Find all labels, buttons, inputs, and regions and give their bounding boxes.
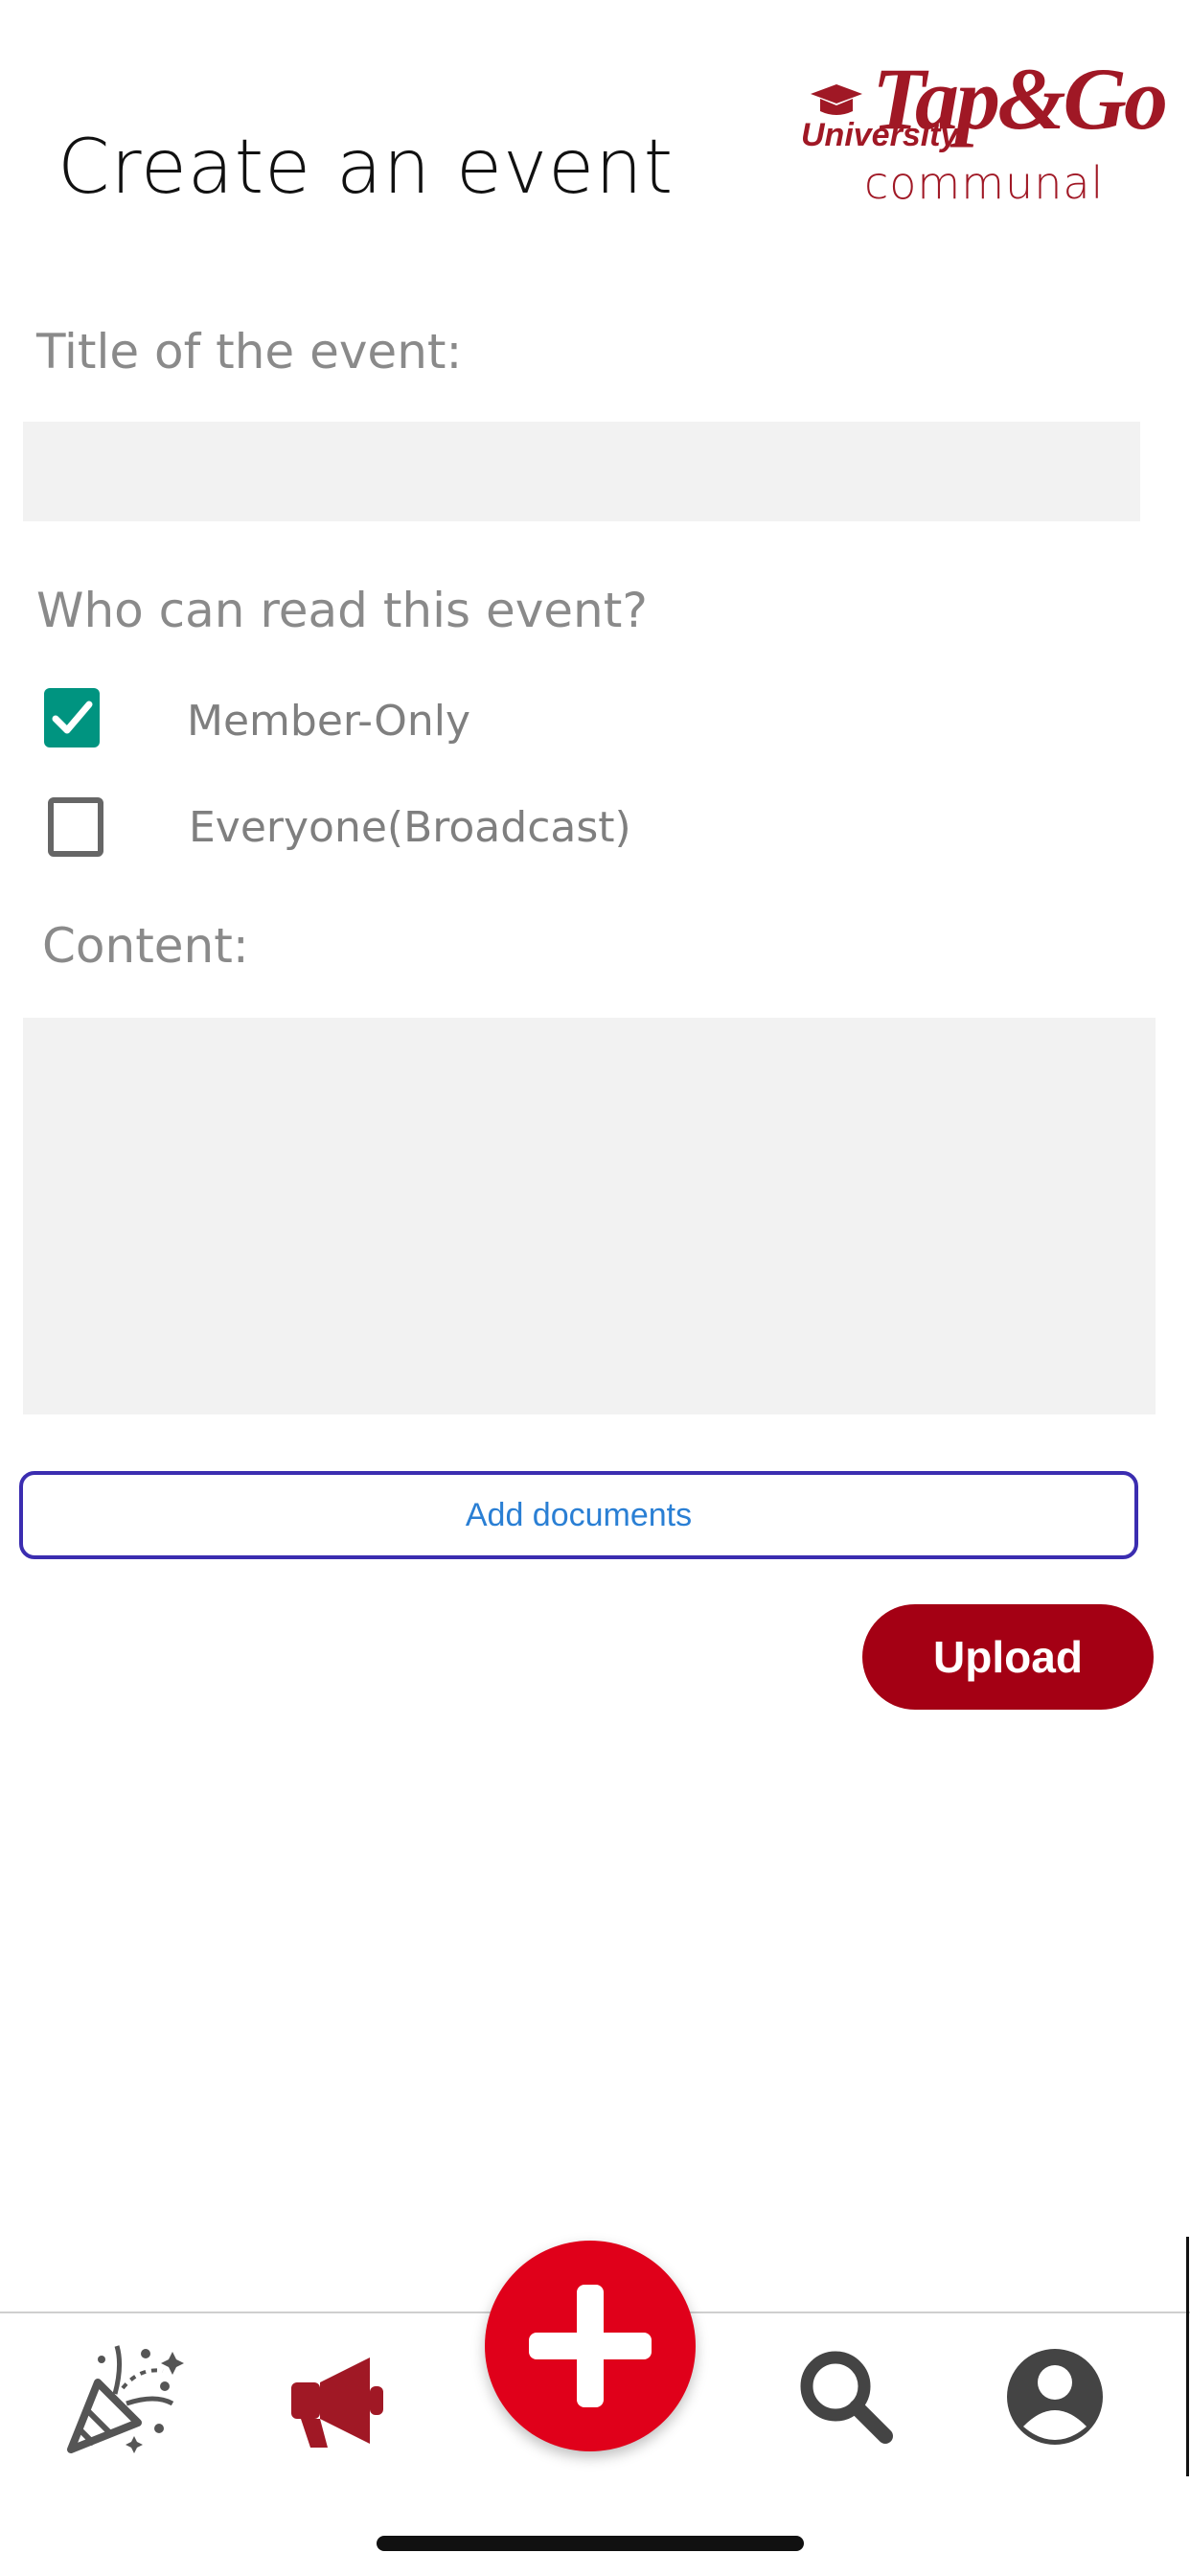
member-only-label[interactable]: Member-Only [187, 697, 470, 746]
everyone-broadcast-label[interactable]: Everyone(Broadcast) [189, 803, 631, 852]
everyone-broadcast-checkbox[interactable] [48, 797, 103, 857]
megaphone-icon [291, 2358, 383, 2448]
search-icon [800, 2351, 893, 2444]
profile-icon [1007, 2349, 1103, 2445]
nav-search[interactable] [784, 2334, 908, 2459]
nav-announcements[interactable] [276, 2338, 400, 2463]
checkmark-icon [52, 701, 93, 734]
logo-subtitle: communal [864, 157, 1105, 209]
edge-divider [1186, 2237, 1189, 2476]
content-textarea[interactable] [23, 1018, 1156, 1414]
add-documents-button[interactable]: Add documents [19, 1471, 1138, 1559]
logo-prefix: University [801, 117, 959, 153]
title-label: Title of the event: [36, 324, 463, 380]
page-title: Create an event [57, 125, 675, 211]
home-indicator [377, 2536, 804, 2551]
member-only-checkbox[interactable] [44, 688, 100, 748]
party-popper-icon [67, 2345, 184, 2453]
app-logo: Tap&Go University communal [801, 48, 1168, 211]
nav-profile[interactable] [993, 2334, 1117, 2459]
audience-label: Who can read this event? [36, 583, 648, 638]
content-label: Content: [42, 918, 249, 974]
plus-icon [529, 2285, 652, 2407]
nav-events[interactable] [59, 2336, 184, 2461]
upload-button[interactable]: Upload [862, 1604, 1154, 1710]
title-input[interactable] [23, 422, 1140, 521]
create-event-fab[interactable] [485, 2241, 696, 2451]
graduation-cap-icon [811, 84, 862, 115]
